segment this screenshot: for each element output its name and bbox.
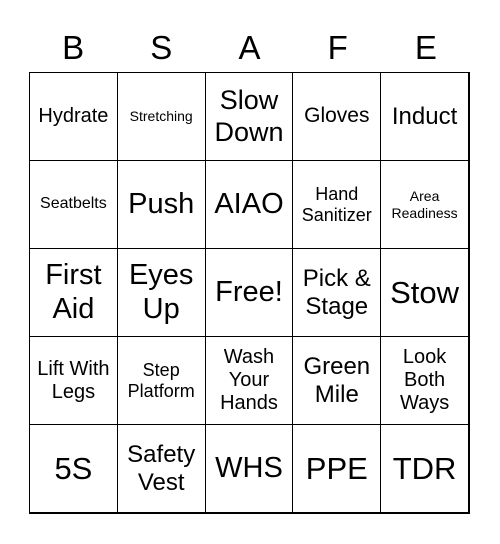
bingo-cell: TDR [380,424,469,513]
bingo-cell: Induct [380,72,469,161]
bingo-cell: Stow [380,248,469,337]
header-letter-b: B [62,29,85,66]
bingo-cell: Look Both Ways [380,336,469,425]
header-letter-s: S [150,29,173,66]
bingo-cell: Push [116,160,206,249]
bingo-cell: AIAO [204,160,294,249]
bingo-cell: WHS [204,424,294,513]
bingo-cell: Stretching [116,72,206,161]
bingo-header: B S A F E [29,26,470,70]
bingo-cell: First Aid [29,248,118,337]
bingo-cell: Eyes Up [116,248,206,337]
bingo-cell: Pick & Stage [292,248,382,337]
bingo-cell: Wash Your Hands [204,336,294,425]
bingo-cell: Gloves [292,72,382,161]
bingo-cell: Safety Vest [116,424,206,513]
header-letter-e: E [414,29,437,66]
bingo-cell: PPE [292,424,382,513]
bingo-cell: Slow Down [204,72,294,161]
bingo-cell: Hand Sanitizer [292,160,382,249]
bingo-grid: Hydrate Stretching Slow Down Gloves Indu… [29,72,470,514]
bingo-cell: 5S [29,424,118,513]
bingo-cell: Area Readiness [380,160,469,249]
bingo-cell: Hydrate [29,72,118,161]
bingo-cell: Lift With Legs [29,336,118,425]
header-letter-f: F [327,29,348,66]
bingo-cell: Seatbelts [29,160,118,249]
bingo-cell-free: Free! [204,248,294,337]
header-letter-a: A [238,29,261,66]
bingo-cell: Step Platform [116,336,206,425]
bingo-cell: Green Mile [292,336,382,425]
